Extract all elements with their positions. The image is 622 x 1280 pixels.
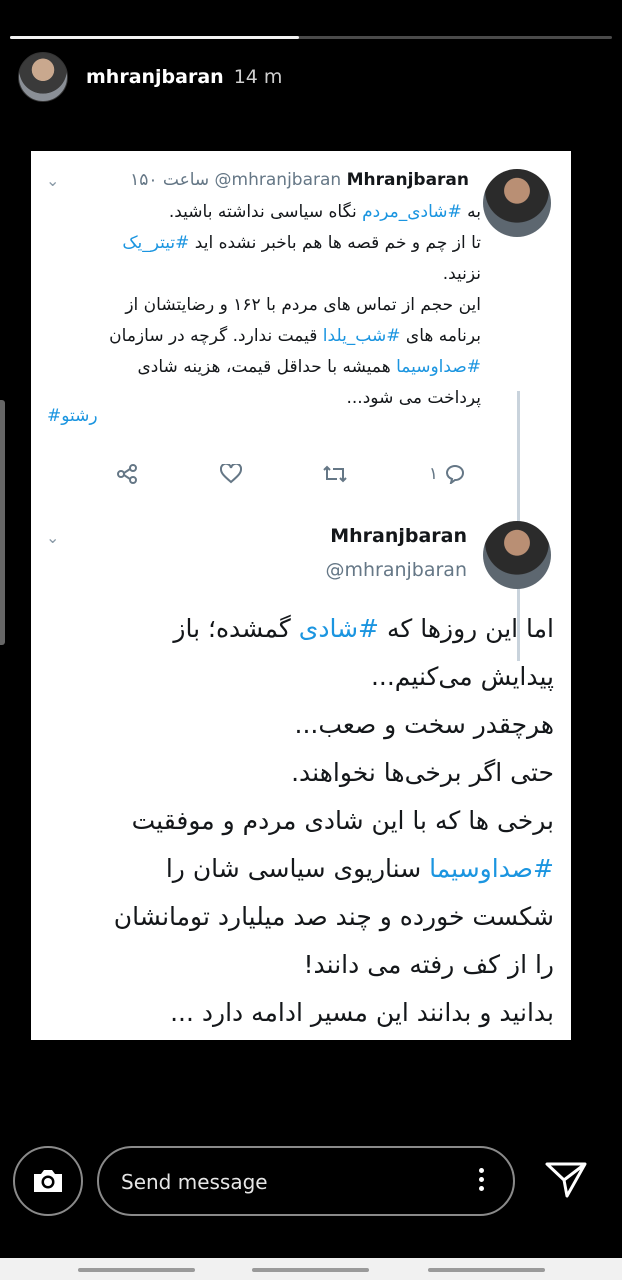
camera-icon: [34, 1170, 62, 1192]
story-footer: Send message: [0, 1146, 622, 1218]
tweet-line: به #شادی_مردم نگاه سیاسی نداشته باشید.: [51, 197, 481, 228]
hashtag-link[interactable]: #شب_یلدا: [323, 326, 401, 346]
tweet-line: شکست خورده و چند صد میلیارد تومانشان: [44, 893, 554, 941]
tweet-time: ۱۵۰ ساعت: [130, 170, 210, 190]
story-progress-fill: [10, 36, 299, 39]
tweet-avatar: [483, 169, 551, 237]
tweet-line: اما این روزها که #شادی گمشده؛ باز: [44, 605, 554, 653]
tweet-header: ۱۵۰ ساعت @mhranjbaran Mhranjbaran: [130, 170, 469, 190]
reply-button[interactable]: ۱: [429, 463, 466, 485]
tweet-text-segment: را از کف رفته می دانند!: [303, 950, 554, 979]
send-icon: [545, 1162, 587, 1198]
reply-count: ۱: [428, 464, 438, 484]
tweet-line: را از کف رفته می دانند!: [44, 941, 554, 989]
tweet-actions: ۱: [116, 463, 466, 485]
story-time: 14 m: [233, 66, 283, 88]
tweet-text-segment: برخی ها که با این شادی مردم و موفقیت: [131, 806, 554, 835]
retweet-icon[interactable]: [323, 463, 347, 485]
hashtag-link[interactable]: #شادی: [299, 614, 379, 643]
share-icon[interactable]: [116, 463, 138, 485]
tweet-text-segment: برنامه های: [400, 326, 481, 346]
tweet-line: حتی اگر برخی‌ها نخواهند.: [44, 749, 554, 797]
tweet-line: برخی ها که با این شادی مردم و موفقیت: [44, 797, 554, 845]
tweet-line: بدانید و بدانند این مسیر ادامه دارد ...: [44, 989, 554, 1037]
tweet-text-segment: این حجم از تماس های مردم با ۱۶۲ و رضایتش…: [125, 295, 481, 315]
tweet-line: تا از چم و خم قصه ها هم باخبر نشده اید #…: [51, 228, 481, 259]
tweet-avatar: [483, 521, 551, 589]
tweet-handle: @mhranjbaran: [325, 559, 467, 581]
tweet-line: نزنید.: [51, 259, 481, 290]
tweet-text-segment: پرداخت می شود...: [346, 388, 482, 408]
tweet-line: #صداوسیما همیشه با حداقل قیمت، هزینه شاد…: [51, 352, 482, 383]
tweet-text-segment: تا از چم و خم قصه ها هم باخبر نشده اید: [189, 233, 481, 253]
nav-back[interactable]: [78, 1268, 195, 1272]
tweet-author: Mhranjbaran: [330, 525, 467, 547]
tweet-text-segment: نگاه سیاسی نداشته باشید.: [168, 202, 363, 222]
tweet-author: Mhranjbaran: [346, 170, 469, 190]
tweet-line: هرچقدر سخت و صعب...: [44, 701, 555, 749]
system-nav-bar: [0, 1258, 622, 1280]
tweet-text-segment: همیشه با حداقل قیمت، هزینه شادی: [137, 357, 397, 377]
nav-recents[interactable]: [428, 1268, 545, 1272]
camera-button[interactable]: [13, 1146, 83, 1216]
tweet-text-segment: بدانید و بدانند این مسیر ادامه دارد ...: [170, 998, 554, 1027]
tweet-line: پیدایش می‌کنیم...: [44, 653, 554, 701]
tweet-text: اما این روزها که #شادی گمشده؛ باز پیدایش …: [44, 605, 554, 1037]
tweet-screenshot: ⌄ ۱۵۰ ساعت @mhranjbaran Mhranjbaran به #…: [31, 151, 571, 1040]
tweet-handle: @mhranjbaran: [214, 170, 342, 190]
tweet-text-segment: شکست خورده و چند صد میلیارد تومانشان: [113, 902, 554, 931]
tweet-text-segment: پیدایش می‌کنیم...: [370, 662, 554, 691]
tweet-text-segment: هرچقدر سخت و صعب...: [294, 710, 555, 739]
more-vertical-icon[interactable]: [479, 1168, 485, 1195]
tweet-line: این حجم از تماس های مردم با ۱۶۲ و رضایتش…: [51, 290, 481, 321]
story-progress-bar: [10, 36, 612, 39]
tweet-text: به #شادی_مردم نگاه سیاسی نداشته باشید. تا…: [51, 197, 481, 414]
avatar[interactable]: [18, 52, 68, 102]
tweet-text-segment: حتی اگر برخی‌ها نخواهند.: [291, 758, 554, 787]
hashtag-link[interactable]: #تیتر_یک: [122, 233, 189, 253]
side-handle: [0, 400, 5, 645]
tweet-hashtag: #رشتو: [47, 406, 98, 426]
send-button[interactable]: [543, 1160, 589, 1204]
chevron-down-icon: ⌄: [46, 528, 60, 547]
tweet-text-segment: نزنید.: [442, 264, 481, 284]
nav-home[interactable]: [252, 1268, 369, 1272]
tweet-text-segment: قیمت ندارد. گرچه در سازمان: [109, 326, 323, 346]
tweet-text-segment: سناریوی سیاسی شان را: [165, 854, 430, 883]
chevron-down-icon: ⌄: [46, 171, 60, 190]
tweet-line: پرداخت می شود...: [51, 383, 482, 414]
hashtag-link[interactable]: #صداوسیما: [429, 854, 554, 883]
hashtag-link[interactable]: #شادی_مردم: [362, 202, 462, 222]
like-icon[interactable]: [219, 463, 242, 485]
reply-icon: [445, 465, 464, 484]
tweet-line: برنامه های #شب_یلدا قیمت ندارد. گرچه در …: [51, 321, 481, 352]
story-username[interactable]: mhranjbaran: [86, 66, 224, 88]
tweet-text-segment: گمشده؛ باز: [173, 614, 299, 643]
tweet-text-segment: به: [461, 202, 481, 222]
story-header: mhranjbaran 14 m: [18, 52, 282, 102]
tweet-line: #صداوسیما سناریوی سیاسی شان را: [44, 845, 554, 893]
tweet-text-segment: اما این روزها که: [379, 614, 554, 643]
message-placeholder: Send message: [121, 1170, 268, 1194]
hashtag-link[interactable]: #صداوسیما: [396, 357, 481, 377]
message-input[interactable]: Send message: [97, 1146, 515, 1216]
